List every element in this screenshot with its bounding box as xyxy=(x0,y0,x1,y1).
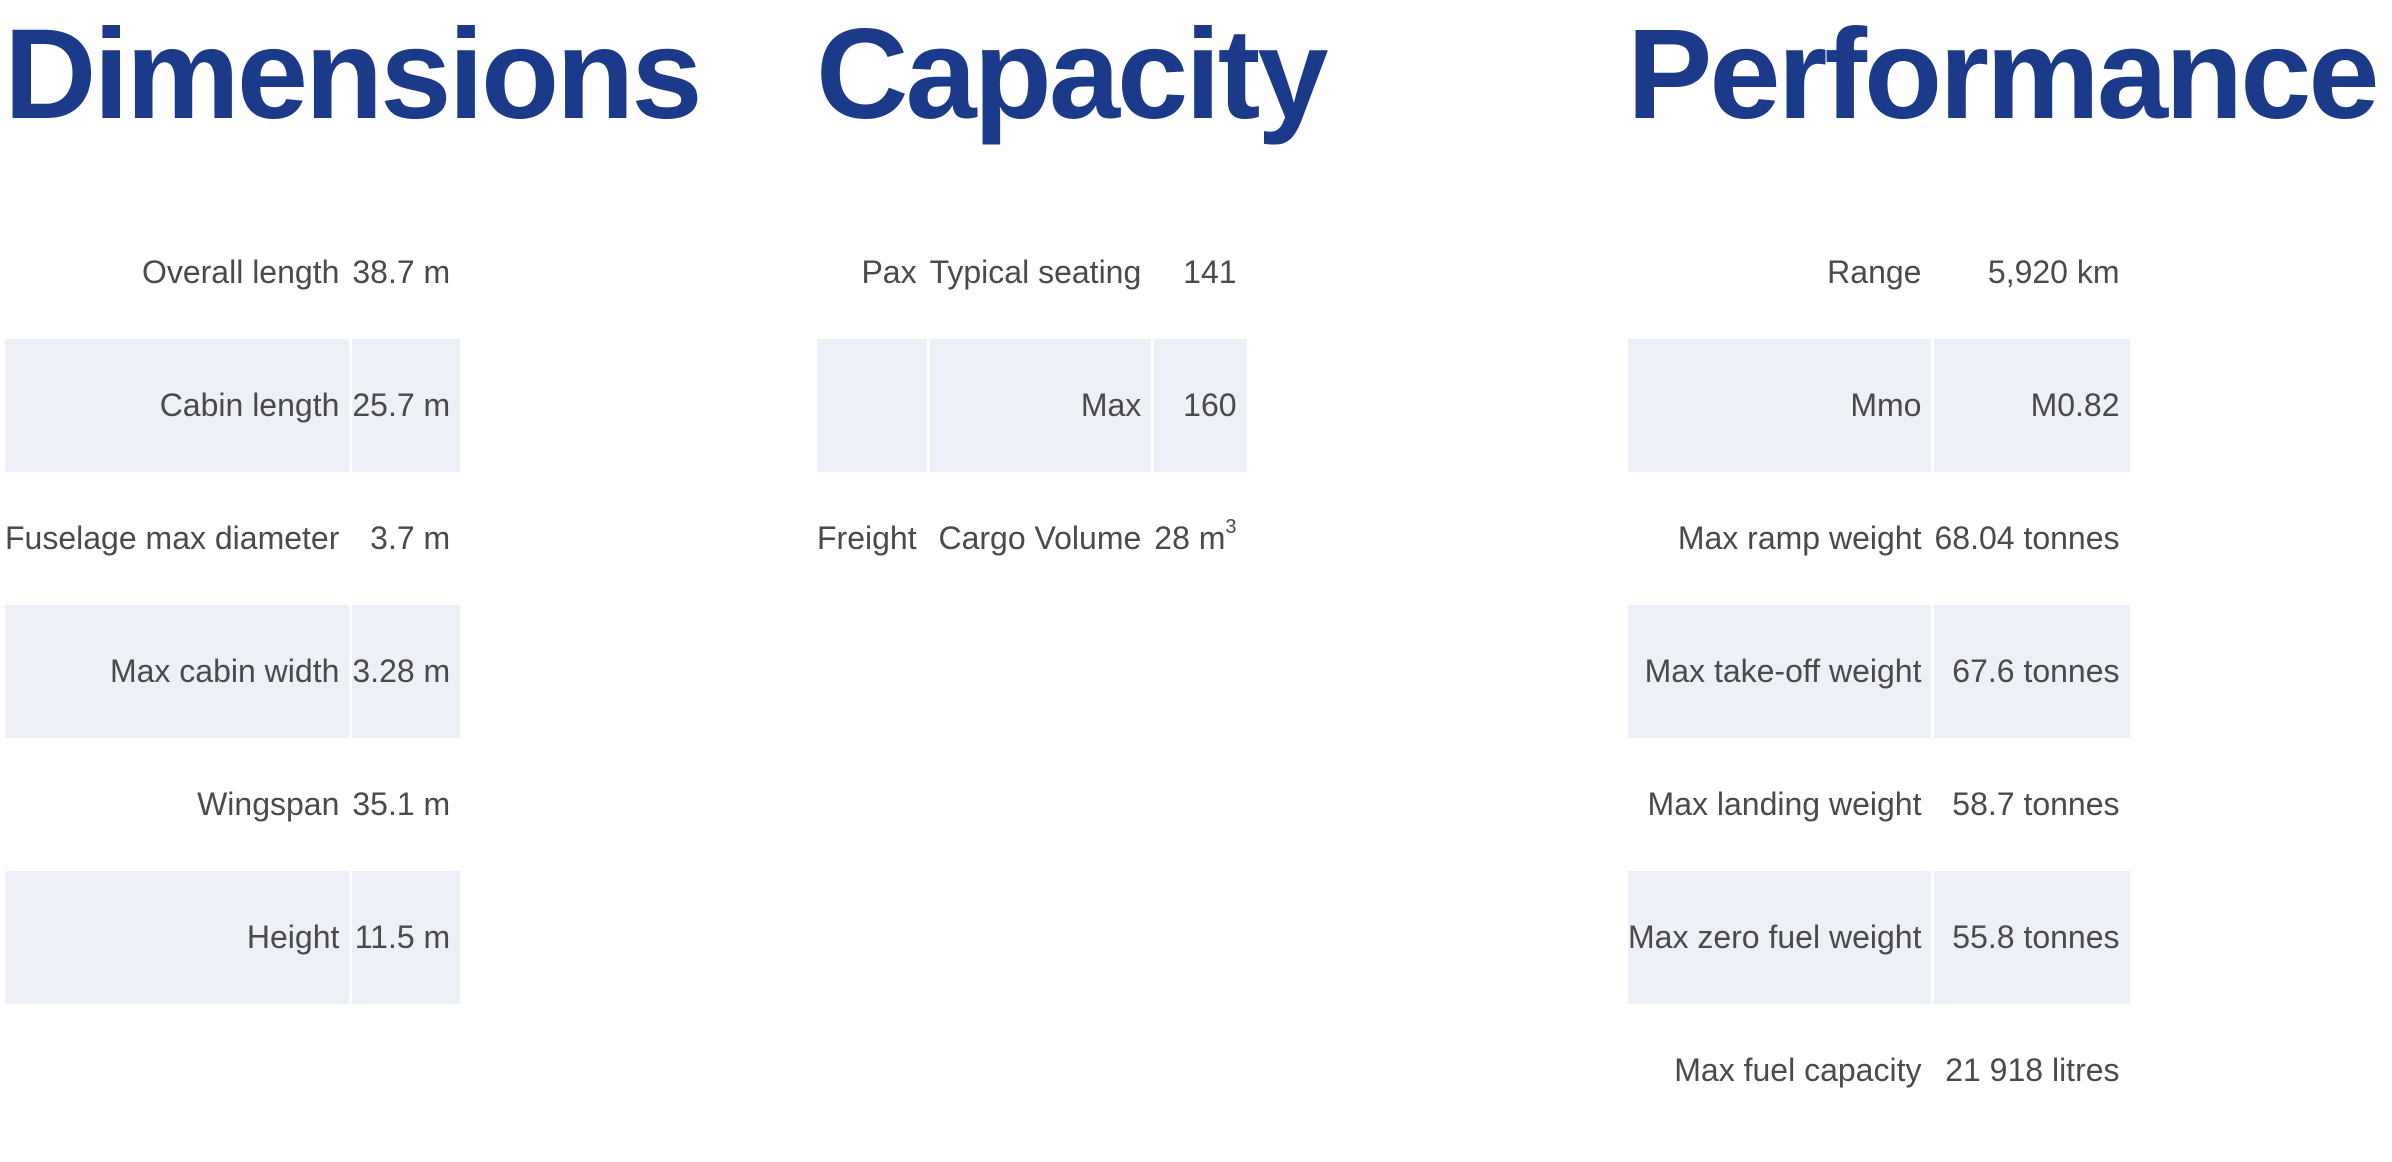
table-row: Range 5,920 km xyxy=(1628,206,2130,339)
dimensions-table: Overall length 38.7 m Cabin length 25.7 … xyxy=(2,206,463,1004)
spec-value: 3.7 m xyxy=(370,520,451,556)
spec-label: Max take-off weight xyxy=(1628,605,1932,738)
spec-label: Max ramp weight xyxy=(1677,520,1922,556)
spec-label: Max xyxy=(929,339,1152,472)
spec-label: Typical seating xyxy=(929,254,1142,290)
spec-value: 58.7 tonnes xyxy=(1952,786,2120,822)
spec-label: Height xyxy=(5,871,350,1004)
table-row: Wingspan 35.1 m xyxy=(5,738,460,871)
table-row: Mmo M0.82 xyxy=(1628,339,2130,472)
spec-label: Fuselage max diameter xyxy=(5,520,340,556)
table-row: Freight Cargo Volume 28 m3 xyxy=(817,472,1247,605)
spec-label: Max landing weight xyxy=(1647,786,1922,822)
spec-value: 11.5 m xyxy=(352,871,461,1004)
spec-label: Cabin length xyxy=(5,339,350,472)
spec-group: Freight xyxy=(817,520,917,556)
spec-value: 3.28 m xyxy=(352,605,461,738)
spec-group xyxy=(817,339,927,472)
table-row: Max ramp weight 68.04 tonnes xyxy=(1628,472,2130,605)
table-row: Fuselage max diameter 3.7 m xyxy=(5,472,460,605)
table-row: Max zero fuel weight 55.8 tonnes xyxy=(1628,871,2130,1004)
table-row: Max 160 xyxy=(817,339,1247,472)
spec-value: 141 xyxy=(1183,254,1237,290)
spec-value: 38.7 m xyxy=(352,254,451,290)
performance-title: Performance xyxy=(1627,3,2380,146)
table-row: Max fuel capacity 21 918 litres xyxy=(1628,1004,2130,1137)
table-row: Pax Typical seating 141 xyxy=(817,206,1247,339)
spec-value: 5,920 km xyxy=(1987,254,2120,290)
table-row: Height 11.5 m xyxy=(5,871,461,1004)
spec-value: M0.82 xyxy=(1934,339,2130,472)
table-row: Max cabin width 3.28 m xyxy=(5,605,461,738)
table-row: Cabin length 25.7 m xyxy=(5,339,461,472)
performance-table: Range 5,920 km Mmo M0.82 Max ramp weight… xyxy=(1625,206,2133,1137)
spec-value-cell: 28 m3 xyxy=(1154,472,1246,605)
spec-label: Max fuel capacity xyxy=(1674,1052,1922,1088)
spec-value: 55.8 tonnes xyxy=(1934,871,2130,1004)
spec-label: Cargo Volume xyxy=(938,520,1142,556)
table-row: Overall length 38.7 m xyxy=(5,206,460,339)
spec-group: Pax xyxy=(861,254,917,290)
spec-label: Mmo xyxy=(1628,339,1932,472)
dimensions-title: Dimensions xyxy=(4,3,702,146)
table-row: Max landing weight 58.7 tonnes xyxy=(1628,738,2130,871)
spec-value: 28 m xyxy=(1154,520,1226,556)
unit-exponent: 3 xyxy=(1225,516,1237,539)
spec-label: Max cabin width xyxy=(5,605,350,738)
spec-value: 21 918 litres xyxy=(1945,1052,2120,1088)
capacity-title: Capacity xyxy=(816,3,1329,146)
spec-label: Max zero fuel weight xyxy=(1628,871,1932,1004)
spec-value: 68.04 tonnes xyxy=(1934,520,2120,556)
table-row: Max take-off weight 67.6 tonnes xyxy=(1628,605,2130,738)
spec-value: 35.1 m xyxy=(352,786,451,822)
capacity-table: Pax Typical seating 141 Max 160 Freight … xyxy=(814,206,1250,605)
spec-value: 25.7 m xyxy=(352,339,461,472)
spec-label: Range xyxy=(1827,254,1922,290)
spec-label: Wingspan xyxy=(197,786,340,822)
spec-value: 160 xyxy=(1154,339,1247,472)
spec-value: 67.6 tonnes xyxy=(1934,605,2130,738)
spec-label: Overall length xyxy=(141,254,340,290)
